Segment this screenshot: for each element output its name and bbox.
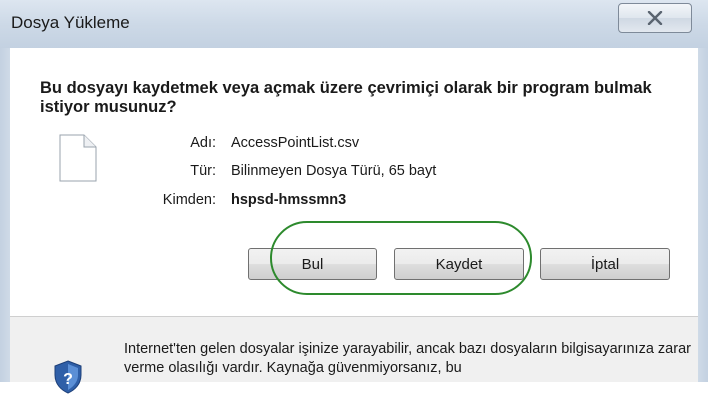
from-label: Kimden: [162, 192, 216, 208]
window-frame-left [0, 48, 10, 382]
from-value: hspsd-hmssmn3 [231, 192, 347, 208]
close-button[interactable] [618, 3, 692, 33]
type-label: Tür: [190, 163, 216, 179]
window-frame-right [698, 48, 708, 382]
name-label: Adı: [190, 135, 216, 151]
dialog-title: Dosya Yükleme [11, 13, 130, 32]
cancel-button-label: İptal [590, 255, 620, 273]
type-value: Bilinmeyen Dosya Türü, 65 bayt [231, 163, 437, 179]
shield-icon: ? [54, 360, 82, 394]
warning-text: Internet'ten gelen dosyalar işinize yara… [124, 341, 691, 376]
svg-text:?: ? [63, 371, 73, 388]
close-icon [647, 11, 663, 25]
name-value: AccessPointList.csv [231, 135, 360, 151]
highlight-ellipse [270, 221, 532, 295]
question-text: Bu dosyayı kaydetmek veya açmak üzere çe… [40, 79, 652, 116]
cancel-button[interactable]: İptal [540, 248, 670, 280]
title-bar: Dosya Yükleme [0, 0, 708, 48]
file-icon [59, 134, 97, 182]
